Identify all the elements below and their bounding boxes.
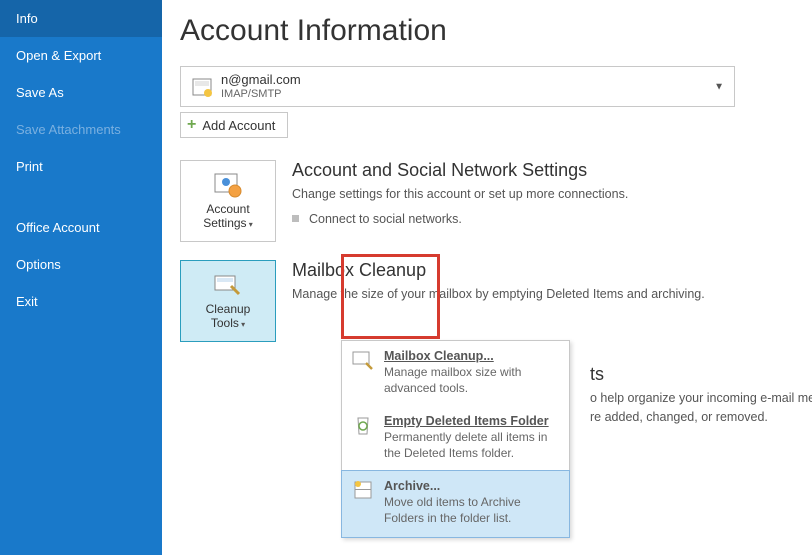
cleanup-section-title: Mailbox Cleanup [292,260,792,281]
sidebar-item-options[interactable]: Options [0,246,162,283]
settings-bullet-connect[interactable]: Connect to social networks. [309,210,462,229]
page-title: Account Information [180,14,792,48]
cleanup-tools-button[interactable]: Cleanup Tools ▾ [180,260,276,342]
chevron-down-icon: ▾ [247,220,253,229]
menu-item-empty-deleted-title: Empty Deleted Items Folder [384,414,559,428]
menu-item-archive-desc: Move old items to Archive Folders in the… [384,495,559,526]
sidebar-item-exit[interactable]: Exit [0,283,162,320]
account-protocol: IMAP/SMTP [221,88,301,100]
backstage-sidebar: Info Open & Export Save As Save Attachme… [0,0,162,555]
account-email: n@gmail.com [221,73,301,87]
plus-icon: + [187,117,196,133]
add-account-button[interactable]: + Add Account [180,112,288,138]
rules-section-title-fragment: ts [590,364,812,385]
sidebar-item-open-export[interactable]: Open & Export [0,37,162,74]
sidebar-item-office-account[interactable]: Office Account [0,209,162,246]
settings-section-title: Account and Social Network Settings [292,160,792,181]
menu-item-empty-deleted-desc: Permanently delete all items in the Dele… [384,430,559,461]
menu-item-mailbox-cleanup-desc: Manage mailbox size with advanced tools. [384,365,559,396]
bullet-icon [292,215,299,222]
sidebar-item-save-as[interactable]: Save As [0,74,162,111]
account-selector-dropdown[interactable]: n@gmail.com IMAP/SMTP ▼ [180,66,735,107]
cleanup-tools-icon [213,272,243,298]
content-area: Account Information n@gmail.com IMAP/SMT… [162,0,812,555]
chevron-down-icon: ▾ [239,320,245,329]
recycle-bin-icon [352,414,374,436]
sidebar-item-info[interactable]: Info [0,0,162,37]
menu-item-archive[interactable]: Archive... Move old items to Archive Fol… [341,470,570,537]
sidebar-item-print[interactable]: Print [0,148,162,185]
account-settings-icon [213,172,243,198]
mailbox-cleanup-icon [352,349,374,371]
menu-item-archive-title: Archive... [384,479,559,493]
rules-section-desc-fragment-2: re added, changed, or removed. [590,408,812,427]
account-settings-label-2: Settings [203,216,246,230]
cleanup-tools-menu: Mailbox Cleanup... Manage mailbox size w… [341,340,570,538]
sidebar-item-save-attachments: Save Attachments [0,111,162,148]
menu-item-empty-deleted[interactable]: Empty Deleted Items Folder Permanently d… [342,406,569,471]
cleanup-tools-label-1: Cleanup [206,302,251,316]
account-settings-label-1: Account [206,202,249,216]
rules-section-desc-fragment-1: o help organize your incoming e-mail mes… [590,389,812,408]
archive-icon [352,479,374,501]
cleanup-tools-label-2: Tools [211,316,239,330]
account-settings-button[interactable]: Account Settings ▾ [180,160,276,242]
menu-item-mailbox-cleanup[interactable]: Mailbox Cleanup... Manage mailbox size w… [342,341,569,406]
chevron-down-icon: ▼ [714,81,724,92]
add-account-label: Add Account [202,118,275,133]
mailbox-icon [189,73,215,101]
settings-section-desc: Change settings for this account or set … [292,185,792,204]
menu-item-mailbox-cleanup-title: Mailbox Cleanup... [384,349,559,363]
cleanup-section-desc: Manage the size of your mailbox by empty… [292,285,792,304]
